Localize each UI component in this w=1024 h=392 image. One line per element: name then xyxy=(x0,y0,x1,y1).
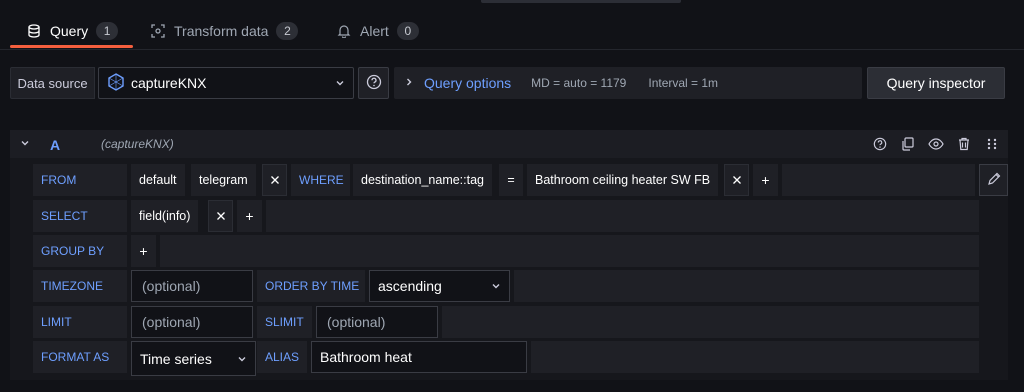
group-by-row-filler xyxy=(160,235,979,267)
slimit-keyword: SLIMIT xyxy=(257,306,312,338)
add-group-by-button[interactable]: + xyxy=(131,235,156,267)
question-icon xyxy=(366,74,382,93)
query-options-title: Query options xyxy=(424,75,512,91)
from-row-filler xyxy=(782,164,975,196)
duplicate-icon[interactable] xyxy=(900,136,916,152)
influxdb-icon xyxy=(107,72,125,94)
where-value-segment[interactable]: Bathroom ceiling heater SW FB xyxy=(527,164,719,196)
slimit-input[interactable]: (optional) xyxy=(316,306,438,338)
eye-icon[interactable] xyxy=(928,136,944,152)
active-tab-indicator xyxy=(10,45,133,48)
tab-transform-data[interactable]: Transform data 2 xyxy=(150,12,299,50)
pencil-icon xyxy=(987,172,1001,189)
group-by-keyword: GROUP BY xyxy=(33,235,127,267)
datasource-help-button[interactable] xyxy=(358,67,389,99)
limit-keyword: LIMIT xyxy=(33,306,127,338)
chevron-down-icon xyxy=(237,351,247,367)
query-options-toggle[interactable]: Query options MD = auto = 1179 Interval … xyxy=(394,67,862,99)
alias-row-filler xyxy=(531,341,979,373)
measurement-segment[interactable]: telegram xyxy=(191,164,256,196)
from-keyword: FROM xyxy=(33,164,127,196)
interval-value: Interval = 1m xyxy=(648,76,719,90)
database-icon xyxy=(26,23,42,39)
timezone-input[interactable]: (optional) xyxy=(131,270,253,302)
chevron-right-icon xyxy=(404,76,414,90)
remove-measurement-button[interactable] xyxy=(262,164,287,196)
alias-input[interactable]: Bathroom heat xyxy=(311,341,527,373)
where-keyword: WHERE xyxy=(291,164,350,196)
datasource-name: captureKNX xyxy=(131,75,207,91)
drag-handle-icon[interactable] xyxy=(984,136,1000,152)
close-icon xyxy=(216,209,226,224)
query-inspector-button[interactable]: Query inspector xyxy=(867,67,1005,99)
remove-field-button[interactable] xyxy=(208,200,233,232)
order-by-keyword: ORDER BY TIME xyxy=(257,270,365,302)
trash-icon[interactable] xyxy=(956,136,972,152)
tab-label: Transform data xyxy=(174,23,269,39)
query-datasource: (captureKNX) xyxy=(101,137,174,151)
select-keyword: SELECT xyxy=(33,200,127,232)
order-by-select[interactable]: ascending xyxy=(369,270,510,302)
limit-input[interactable]: (optional) xyxy=(131,306,253,338)
add-condition-button[interactable]: + xyxy=(753,164,778,196)
bell-icon xyxy=(336,23,352,39)
query-row-header: A (captureKNX) xyxy=(10,130,1008,158)
collapse-chevron-icon[interactable] xyxy=(18,136,32,153)
format-as-select[interactable]: Time series xyxy=(131,341,256,376)
timezone-keyword: TIMEZONE xyxy=(33,270,127,302)
chevron-down-icon xyxy=(491,278,501,294)
tab-alert[interactable]: Alert 0 xyxy=(336,12,419,50)
alias-keyword: ALIAS xyxy=(257,341,307,373)
editor-tabs: Query 1 Transform data 2 Alert 0 xyxy=(0,0,1024,50)
help-icon[interactable] xyxy=(872,136,888,152)
select-field-segment[interactable]: field(info) xyxy=(131,200,199,232)
transform-icon xyxy=(150,23,166,39)
raw-query-toggle-button[interactable] xyxy=(979,164,1008,196)
limit-row-filler xyxy=(442,306,979,338)
order-by-value: ascending xyxy=(378,278,442,294)
close-icon xyxy=(732,173,742,188)
tab-count-badge: 0 xyxy=(396,22,419,40)
tab-label: Alert xyxy=(360,23,389,39)
datasource-picker[interactable]: captureKNX xyxy=(98,67,354,99)
tab-count-badge: 2 xyxy=(276,22,299,40)
tab-count-badge: 1 xyxy=(96,22,119,40)
max-data-points: MD = auto = 1179 xyxy=(531,76,627,90)
where-tag-segment[interactable]: destination_name::tag xyxy=(353,164,493,196)
where-operator-segment[interactable]: = xyxy=(499,164,523,196)
query-letter[interactable]: A xyxy=(50,137,60,153)
close-icon xyxy=(270,173,280,188)
format-as-value: Time series xyxy=(140,350,212,367)
tab-label: Query xyxy=(50,23,89,39)
add-select-button[interactable]: + xyxy=(237,200,262,232)
remove-condition-button[interactable] xyxy=(724,164,749,196)
datasource-label: Data source xyxy=(10,67,95,99)
retention-policy-segment[interactable]: default xyxy=(131,164,185,196)
chevron-down-icon xyxy=(335,75,345,91)
timezone-row-filler xyxy=(514,270,979,302)
select-row-filler xyxy=(266,200,979,232)
format-as-keyword: FORMAT AS xyxy=(33,341,127,373)
